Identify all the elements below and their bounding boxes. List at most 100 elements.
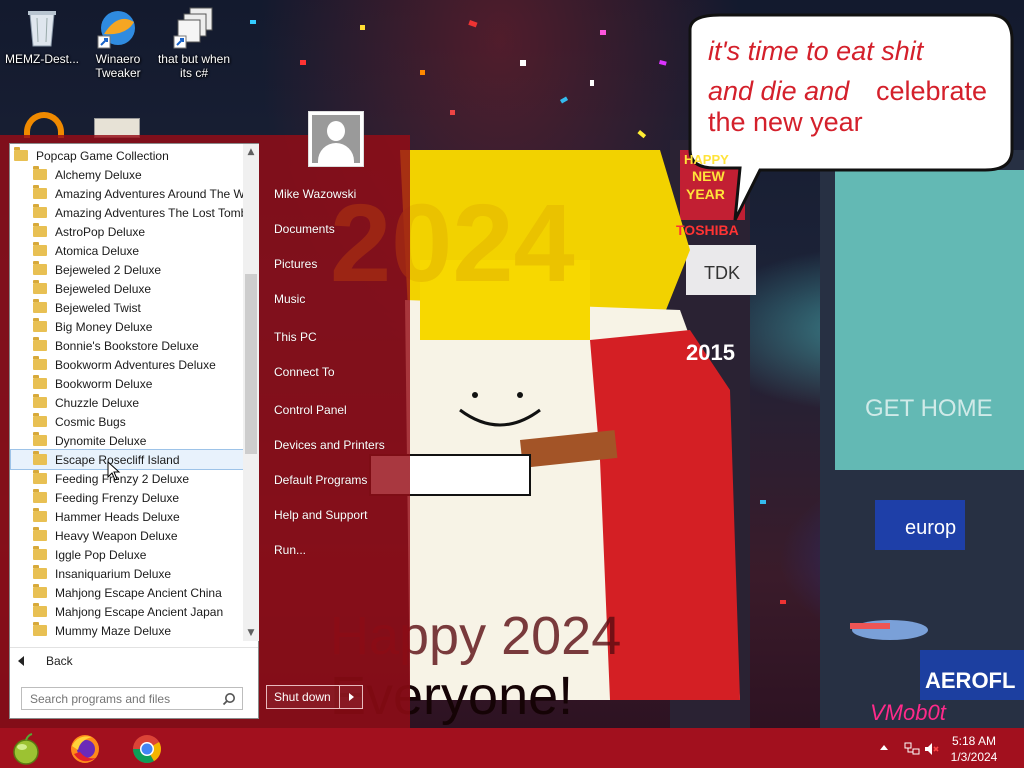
- program-label: Mahjong Escape Ancient China: [55, 585, 222, 600]
- program-folder[interactable]: Bejeweled Deluxe: [11, 279, 243, 298]
- tree-root-folder[interactable]: Popcap Game Collection: [11, 146, 243, 165]
- desktop-icon-label-line2: its c#: [179, 66, 208, 80]
- firefox-icon[interactable]: [68, 732, 102, 766]
- sign-year: YEAR: [686, 186, 725, 202]
- folder-icon: [33, 527, 47, 541]
- folder-icon: [33, 261, 47, 275]
- folder-icon: [33, 451, 47, 465]
- program-folder[interactable]: Insaniquarium Deluxe: [11, 564, 243, 583]
- program-folder[interactable]: Bookworm Adventures Deluxe: [11, 355, 243, 374]
- music-link[interactable]: Music: [274, 292, 305, 306]
- program-folder[interactable]: Heavy Weapon Deluxe: [11, 526, 243, 545]
- folder-icon: [33, 489, 47, 503]
- program-folder[interactable]: Dynomite Deluxe: [11, 431, 243, 450]
- program-folder-hovered[interactable]: Escape Rosecliff Island: [10, 449, 244, 470]
- run-link[interactable]: Run...: [274, 543, 306, 557]
- user-avatar[interactable]: [308, 111, 364, 167]
- program-folder[interactable]: Atomica Deluxe: [11, 241, 243, 260]
- documents-link[interactable]: Documents: [274, 222, 335, 236]
- program-label: AstroPop Deluxe: [55, 224, 146, 239]
- program-folder[interactable]: Bookworm Deluxe: [11, 374, 243, 393]
- program-folder[interactable]: Feeding Frenzy 2 Deluxe: [11, 469, 243, 488]
- devices-printers-link[interactable]: Devices and Printers: [274, 438, 385, 452]
- program-tree: Popcap Game Collection Alchemy Deluxe Am…: [10, 144, 244, 641]
- program-label: Bejeweled 2 Deluxe: [55, 262, 162, 277]
- taskbar: 5:18 AM 1/3/2024: [0, 728, 1024, 768]
- program-folder[interactable]: Amazing Adventures Around The W: [11, 184, 244, 203]
- sign-2015: 2015: [686, 340, 735, 365]
- program-label: Dynomite Deluxe: [55, 433, 147, 448]
- shutdown-button[interactable]: Shut down: [266, 685, 340, 709]
- help-support-link[interactable]: Help and Support: [274, 508, 367, 522]
- desktop-icon-winaero[interactable]: Winaero Tweaker: [76, 6, 160, 80]
- search-input[interactable]: [30, 691, 220, 706]
- folder-icon: [33, 299, 47, 313]
- program-folder[interactable]: Hammer Heads Deluxe: [11, 507, 243, 526]
- program-label: Atomica Deluxe: [55, 243, 140, 258]
- folder-icon: [33, 546, 47, 560]
- network-icon[interactable]: [904, 742, 920, 756]
- program-list-scrollbar[interactable]: ▲ ▼: [243, 144, 259, 641]
- folder-icon: [33, 565, 47, 579]
- folder-icon: [14, 147, 28, 161]
- folder-icon: [33, 280, 47, 294]
- chrome-icon[interactable]: [130, 732, 164, 766]
- program-folder[interactable]: Bejeweled 2 Deluxe: [11, 260, 243, 279]
- volume-muted-icon[interactable]: [924, 742, 940, 756]
- start-orb-icon[interactable]: [9, 732, 43, 766]
- program-label: Insaniquarium Deluxe: [55, 566, 172, 581]
- sign-get-home: GET HOME: [865, 395, 993, 422]
- desktop-icon-memz[interactable]: MEMZ-Dest...: [0, 6, 84, 66]
- program-folder[interactable]: Amazing Adventures The Lost Tomb: [11, 203, 244, 222]
- folder-icon: [33, 166, 47, 180]
- folder-icon: [33, 337, 47, 351]
- program-folder[interactable]: Alchemy Deluxe: [11, 165, 243, 184]
- program-folder[interactable]: Mahjong Escape Ancient Japan: [11, 602, 243, 621]
- program-folder[interactable]: Feeding Frenzy Deluxe: [11, 488, 243, 507]
- speech-bubble-line-1: it's time to eat shit: [708, 36, 924, 66]
- program-label: Bookworm Adventures Deluxe: [55, 357, 216, 372]
- default-programs-link[interactable]: Default Programs: [274, 473, 367, 487]
- folder-icon: [33, 508, 47, 522]
- sign-toshiba: TOSHIBA: [676, 222, 739, 238]
- scroll-up-icon[interactable]: ▲: [243, 144, 259, 160]
- connect-to-link[interactable]: Connect To: [274, 365, 335, 379]
- speech-bubble-line-3: celebrate: [876, 76, 988, 106]
- desktop-icon-label: MEMZ-Dest...: [5, 52, 79, 66]
- desktop-icon-that-but-when[interactable]: that but when its c#: [152, 6, 236, 80]
- this-pc-link[interactable]: This PC: [274, 330, 317, 344]
- search-icon[interactable]: [222, 692, 236, 706]
- clock[interactable]: 5:18 AM 1/3/2024: [944, 733, 1004, 765]
- program-folder[interactable]: Bonnie's Bookstore Deluxe: [11, 336, 243, 355]
- folder-icon: [33, 242, 47, 256]
- program-folder[interactable]: Cosmic Bugs: [11, 412, 243, 431]
- desktop-icon-label-line1: that but when: [157, 52, 231, 66]
- desktop-icon-label-line1: Winaero: [95, 52, 141, 66]
- sign-aerofl: AEROFL: [925, 668, 1016, 693]
- winaero-tweaker-icon: [96, 6, 140, 50]
- scroll-down-icon[interactable]: ▼: [243, 625, 259, 641]
- program-label: Iggle Pop Deluxe: [55, 547, 147, 562]
- show-hidden-icons-icon[interactable]: [880, 745, 888, 750]
- sign-europe: europ: [905, 517, 957, 539]
- folder-icon: [33, 185, 47, 199]
- program-label: Bejeweled Twist: [55, 300, 141, 315]
- program-folder[interactable]: Big Money Deluxe: [11, 317, 243, 336]
- program-folder[interactable]: Mahjong Escape Ancient China: [11, 583, 243, 602]
- mouse-cursor-icon: [107, 461, 121, 481]
- program-label: Feeding Frenzy Deluxe: [55, 490, 180, 505]
- program-folder[interactable]: AstroPop Deluxe: [11, 222, 243, 241]
- shutdown-options-button[interactable]: [340, 685, 363, 709]
- user-name-link[interactable]: Mike Wazowski: [274, 187, 356, 201]
- pictures-link[interactable]: Pictures: [274, 257, 317, 271]
- search-box[interactable]: [21, 687, 243, 710]
- back-button[interactable]: Back: [10, 647, 258, 673]
- control-panel-link[interactable]: Control Panel: [274, 403, 347, 417]
- scrollbar-thumb[interactable]: [245, 274, 257, 454]
- program-label: Feeding Frenzy 2 Deluxe: [55, 471, 190, 486]
- program-folder[interactable]: Mummy Maze Deluxe: [11, 621, 243, 640]
- program-folder[interactable]: Bejeweled Twist: [11, 298, 243, 317]
- folder-icon: [33, 394, 47, 408]
- program-folder[interactable]: Iggle Pop Deluxe: [11, 545, 243, 564]
- program-folder[interactable]: Chuzzle Deluxe: [11, 393, 243, 412]
